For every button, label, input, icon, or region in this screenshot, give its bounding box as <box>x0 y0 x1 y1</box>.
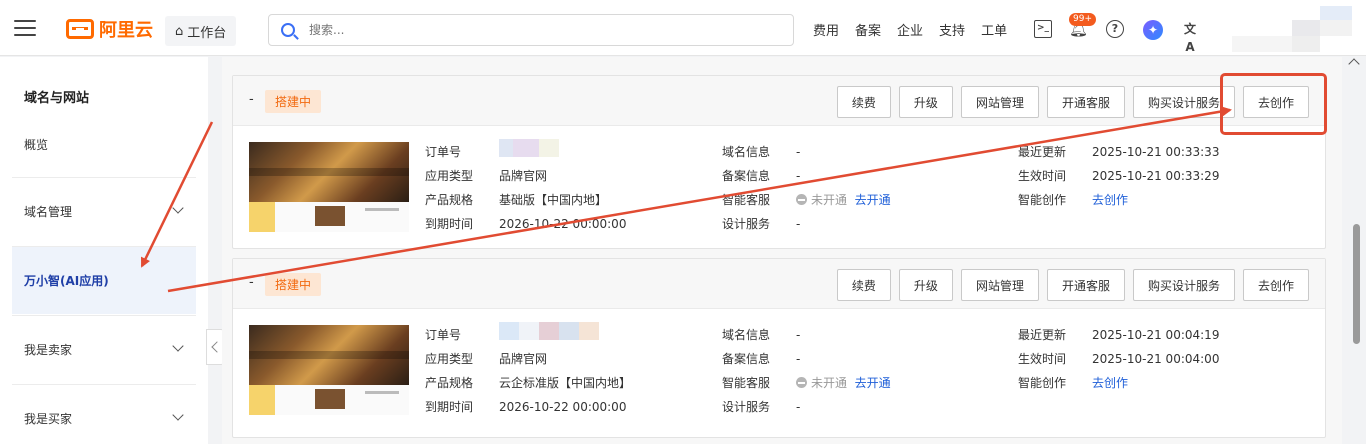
annotation-arrows <box>140 106 1232 293</box>
annotation-arrow-down <box>140 121 214 268</box>
annotation-arrow-right <box>167 106 1232 293</box>
